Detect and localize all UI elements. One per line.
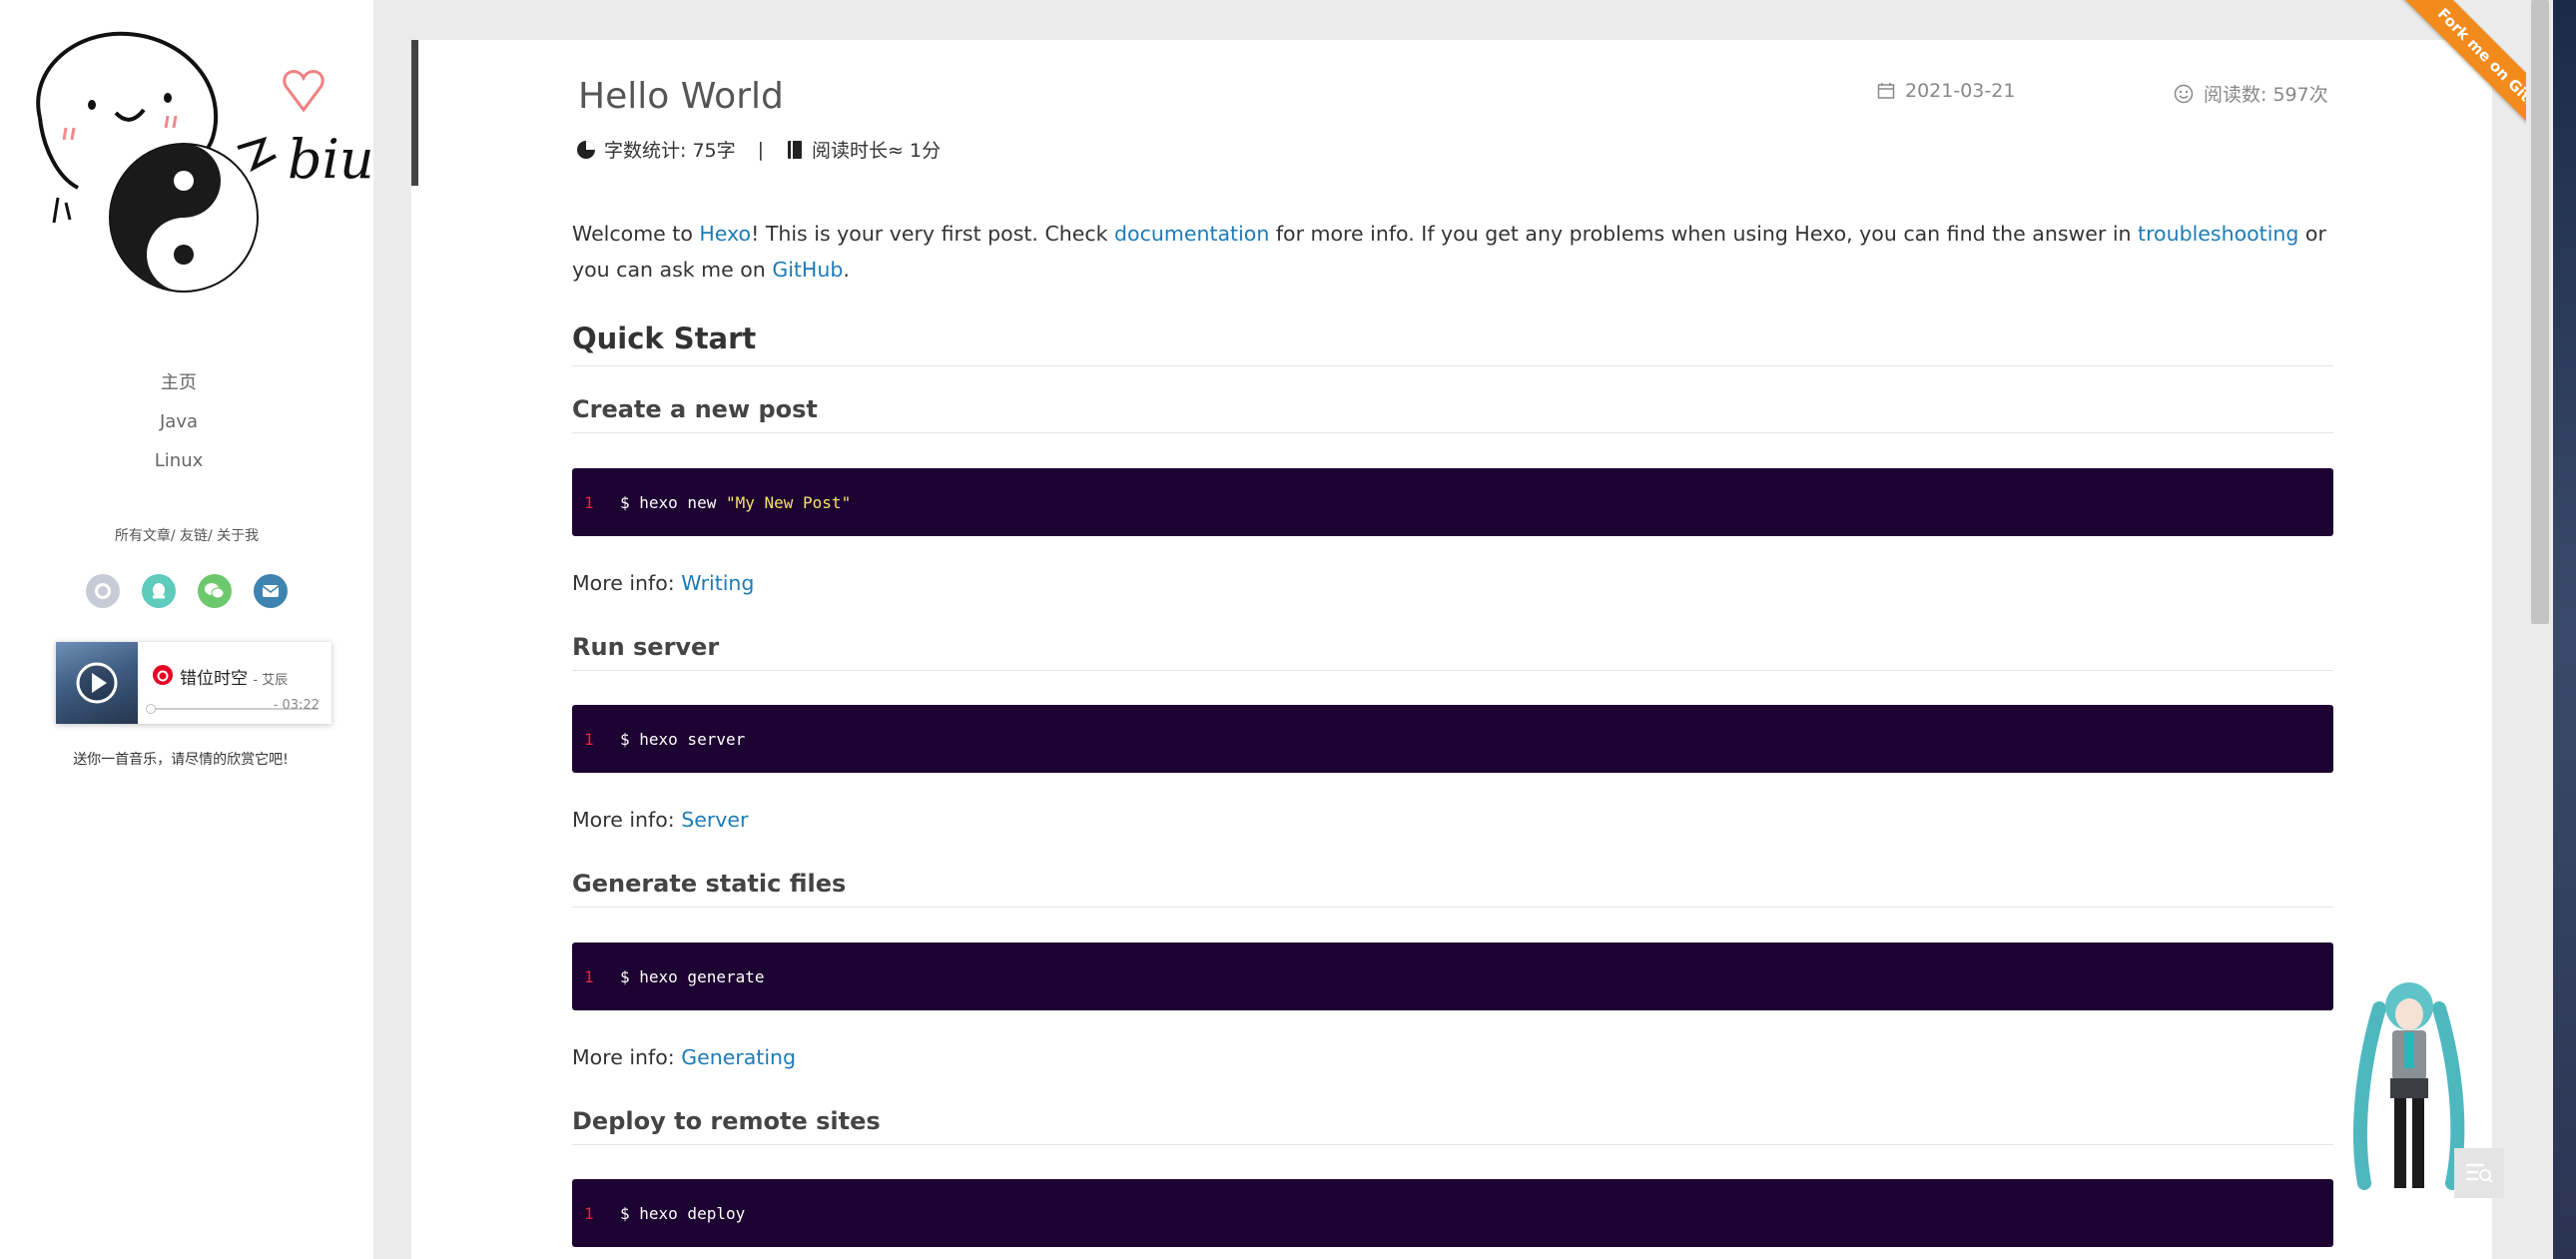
song-title-row: 错位时空 - 艾辰 (180, 664, 288, 689)
code-block: 1 $ hexo server (572, 705, 2333, 773)
toc-button[interactable] (2454, 1148, 2504, 1198)
fork-ribbon[interactable]: Fork me on GitHub (2346, 0, 2526, 180)
more-info: More info: Writing (572, 571, 755, 595)
background-edge (2553, 0, 2576, 1259)
sub-nav: 所有文章/ 友链/ 关于我 (114, 528, 260, 544)
smile-icon (2174, 84, 2194, 103)
line-number: 1 (584, 492, 594, 512)
reads-text: 阅读数: 597次 (2204, 84, 2328, 106)
code-line: $ hexo deploy (620, 1203, 746, 1223)
intro-text: ! This is your very first post. Check (751, 222, 1115, 246)
post-date: 2021-03-21 (1877, 80, 2015, 102)
avatar[interactable]: biu (18, 28, 374, 308)
main-nav: 主页 Java Linux (0, 363, 357, 480)
wechat-icon[interactable] (198, 574, 232, 608)
nav-about[interactable]: 关于我 (217, 528, 259, 544)
nav-all-posts[interactable]: 所有文章 (115, 528, 171, 544)
github-link[interactable]: GitHub (772, 258, 843, 282)
sidebar: biu 主页 Java Linux 所有文章/ 友链/ 关于我 错位时空 - 艾… (0, 0, 374, 1259)
avatar-biu-text: biu (288, 128, 373, 191)
song-artist: - 艾辰 (253, 673, 289, 688)
album-cover[interactable] (56, 642, 138, 724)
more-info: More info: Generating (572, 1045, 797, 1069)
book-icon (788, 140, 803, 159)
nav-linux[interactable]: Linux (0, 441, 357, 480)
calendar-icon (1877, 83, 1895, 99)
nav-java[interactable]: Java (0, 402, 357, 441)
nav-friend-links[interactable]: 友链 (180, 528, 208, 544)
post-meta: 字数统计: 75字 | 阅读时长≈ 1分 (576, 136, 941, 163)
section-heading: Run server (572, 633, 2333, 671)
generating-link[interactable]: Generating (681, 1045, 796, 1069)
netease-music-icon (153, 665, 173, 685)
post-reads: 阅读数: 597次 (2174, 80, 2328, 107)
post-article: Hello World 字数统计: 75字 | 阅读时长≈ 1分 2021-03… (411, 40, 2492, 1259)
writing-link[interactable]: Writing (681, 571, 754, 595)
music-tip: 送你一首音乐，请尽情的欣赏它吧! (73, 752, 289, 768)
play-icon[interactable] (56, 642, 138, 724)
code-line: $ hexo server (620, 729, 746, 749)
code-block: 1 $ hexo new "My New Post" (572, 468, 2333, 536)
nav-home[interactable]: 主页 (0, 363, 357, 402)
code-block: 1 $ hexo deploy (572, 1179, 2333, 1247)
intro-text: Welcome to (572, 222, 700, 246)
server-link[interactable]: Server (681, 808, 748, 832)
scrollbar-thumb[interactable] (2531, 0, 2549, 624)
line-number: 1 (584, 729, 594, 749)
section-heading: Generate static files (572, 870, 2333, 908)
intro-text: . (843, 258, 850, 282)
intro-paragraph: Welcome to Hexo! This is your very first… (572, 216, 2333, 288)
avatar-doodle-icon: biu (36, 31, 374, 293)
github-icon[interactable] (86, 574, 120, 608)
word-count: 字数统计: 75字 (604, 140, 736, 162)
title-accent-bar (411, 40, 418, 186)
code-block: 1 $ hexo generate (572, 943, 2333, 1010)
section-heading: Deploy to remote sites (572, 1107, 2333, 1145)
date-text: 2021-03-21 (1905, 80, 2016, 102)
code-line: $ hexo generate (620, 966, 765, 986)
code-line: $ hexo new "My New Post" (620, 492, 852, 512)
intro-text: for more info. If you get any problems w… (1269, 222, 2139, 246)
line-number: 1 (584, 966, 594, 986)
social-links (86, 574, 288, 608)
section-heading: Create a new post (572, 395, 2333, 433)
documentation-link[interactable]: documentation (1114, 222, 1269, 246)
more-info: More info: Server (572, 808, 749, 832)
line-number: 1 (584, 1203, 594, 1223)
fork-ribbon-label[interactable]: Fork me on GitHub (2392, 0, 2526, 171)
song-time: - 03:22 (273, 698, 320, 713)
song-title: 错位时空 (180, 669, 248, 689)
quick-start-heading: Quick Start (572, 321, 2333, 366)
read-time: 阅读时长≈ 1分 (812, 140, 942, 162)
hexo-link[interactable]: Hexo (699, 222, 751, 246)
mail-icon[interactable] (254, 574, 288, 608)
qq-icon[interactable] (142, 574, 176, 608)
post-title: Hello World (578, 76, 784, 117)
meta-separator: | (757, 138, 765, 161)
troubleshooting-link[interactable]: troubleshooting (2138, 222, 2298, 246)
music-player: 错位时空 - 艾辰 - 03:22 (56, 642, 331, 724)
toc-icon (2466, 1163, 2493, 1183)
progress-knob[interactable] (146, 704, 156, 714)
pie-chart-icon (577, 140, 595, 159)
